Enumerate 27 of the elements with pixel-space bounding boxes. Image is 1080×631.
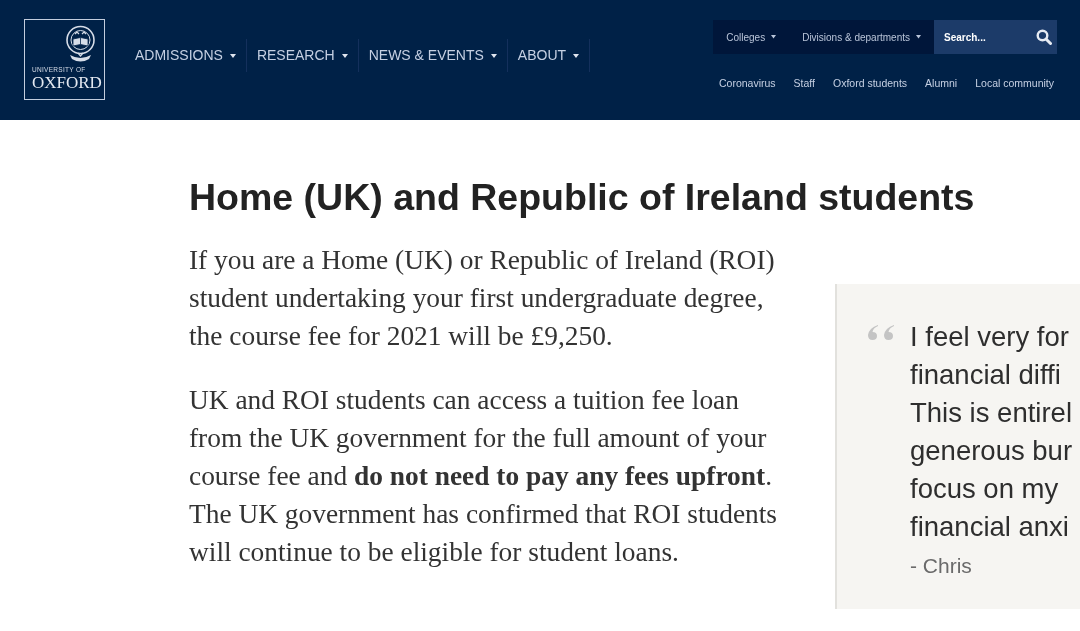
quote-text: I feel very for financial diffi This is entirel generous bur focus on my financial anxi	[910, 320, 1073, 544]
nav-menu-item[interactable]: ABOUT	[507, 39, 591, 72]
quick-link[interactable]: Oxford students	[833, 76, 908, 92]
quote-attribution: - Chris	[910, 553, 973, 579]
caret-icon	[229, 53, 236, 58]
quick-link[interactable]: Alumni	[925, 76, 958, 92]
caret-icon	[916, 35, 921, 39]
body-paragraph: UK and ROI students can access a tuition fee loan from the UK government for the full amount of your course fee and do not need to pay any fees upfront. The UK government has confirmed that ROI students will continue to be eligible for student loans.	[189, 384, 778, 569]
quote-icon	[866, 324, 896, 341]
search-icon[interactable]	[1036, 29, 1052, 45]
menu-dropdown[interactable]: Colleges	[713, 20, 790, 54]
nav-menu-item[interactable]: ADMISSIONS	[125, 39, 247, 72]
quick-link[interactable]: Staff	[793, 76, 815, 92]
caret-icon	[341, 53, 348, 58]
quick-link[interactable]: Local community	[975, 76, 1054, 92]
menu-dropdown[interactable]: Divisions & departments	[789, 20, 934, 54]
logo-wordmark: OXFORD	[32, 74, 103, 92]
crest-icon	[64, 25, 97, 64]
search-field[interactable]: Search...	[934, 20, 1057, 54]
caret-icon	[490, 53, 497, 58]
body-paragraph: If you are a Home (UK) or Republic of Ireland (ROI) student undertaking your first undergraduate degree, the course fee for 2021 will be £9,250.	[189, 244, 776, 353]
nav-menu-item[interactable]: RESEARCH	[246, 39, 359, 72]
quick-link[interactable]: Coronavirus	[718, 76, 776, 92]
nav-menu-item[interactable]: NEWS & EVENTS	[358, 39, 508, 72]
caret-icon	[573, 53, 580, 58]
page-heading: Home (UK) and Republic of Ireland students	[189, 176, 976, 218]
caret-icon	[771, 35, 777, 39]
